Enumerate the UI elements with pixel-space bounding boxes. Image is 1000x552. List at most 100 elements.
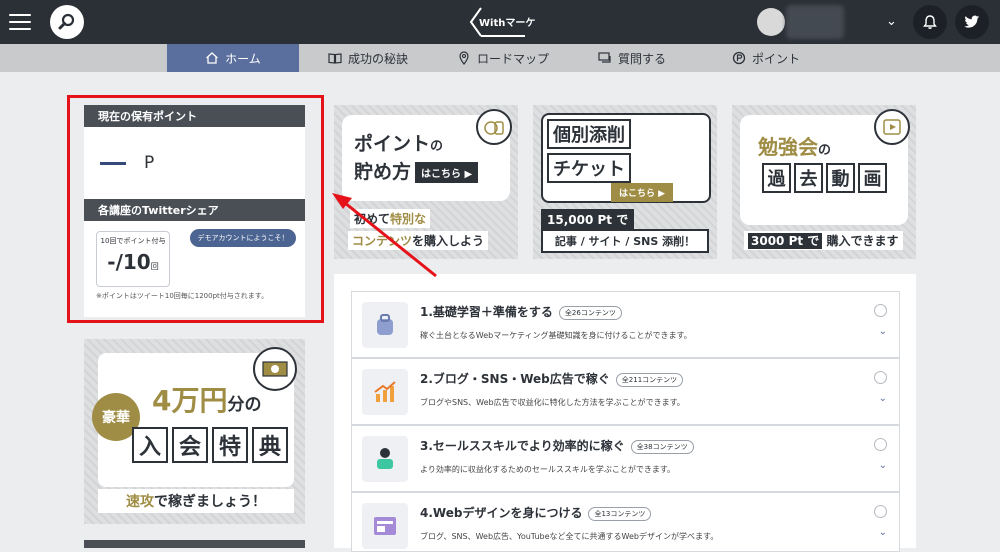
top-bar: Withマーケ ⌄ bbox=[0, 0, 1000, 44]
course-title-text: 3.セールススキルでより効率的に稼ぐ bbox=[420, 439, 625, 453]
tile3-footer: 3000 Pt で 購入できます bbox=[744, 231, 903, 250]
point-coin-icon bbox=[732, 51, 746, 65]
tile2-points: 15,000 Pt で bbox=[541, 209, 635, 230]
course-status-circle[interactable] bbox=[874, 371, 887, 384]
course-count-badge: 全26コンテンツ bbox=[558, 305, 622, 320]
highlight-frame bbox=[67, 95, 324, 323]
tab-roadmap[interactable]: ロードマップ bbox=[448, 44, 558, 72]
backpack-icon bbox=[362, 302, 408, 348]
chevron-down-icon[interactable]: ⌄ bbox=[879, 326, 887, 337]
tile1-footer2b: を購入しよう bbox=[412, 234, 485, 248]
money-icon bbox=[253, 347, 297, 391]
banner-amount-suffix: 分の bbox=[227, 395, 262, 415]
join-bonus-banner[interactable]: 豪華 4万円分の 入 会 特 典 速攻 で稼ぎましょう！ bbox=[84, 339, 305, 524]
course-item[interactable]: 1.基礎学習＋準備をする 全26コンテンツ 稼ぐ土台となるWebマーケティング基礎… bbox=[351, 291, 900, 358]
bell-icon bbox=[923, 15, 937, 29]
course-description: 稼ぐ土台となるWebマーケティング基礎知識を身に付けることができます。 bbox=[420, 331, 692, 340]
tile3-line1a: 勉強会 bbox=[758, 135, 818, 159]
chevron-down-icon[interactable]: ⌄ bbox=[886, 14, 897, 29]
chevron-down-icon[interactable]: ⌄ bbox=[879, 393, 887, 404]
tile2-line2: チケット bbox=[547, 153, 631, 183]
video-play-icon bbox=[874, 109, 910, 145]
site-logo[interactable]: Withマーケ bbox=[467, 5, 536, 39]
search-button[interactable] bbox=[50, 5, 84, 39]
course-count-badge: 全38コンテンツ bbox=[630, 439, 694, 454]
book-icon bbox=[328, 53, 342, 64]
search-icon bbox=[58, 13, 75, 30]
growth-chart-icon bbox=[362, 369, 408, 415]
chevron-down-icon[interactable]: ⌄ bbox=[879, 527, 887, 538]
tab-success-secrets[interactable]: 成功の秘訣 bbox=[318, 44, 418, 72]
course-count-badge: 全211コンテンツ bbox=[615, 372, 684, 387]
tab-success-secrets-label: 成功の秘訣 bbox=[347, 51, 408, 66]
course-item[interactable]: 2.ブログ・SNS・Web広告で稼ぐ 全211コンテンツ ブログやSNS、Web広… bbox=[351, 358, 900, 425]
banner-kanji: 典 bbox=[252, 427, 288, 463]
course-count-badge: 全13コンテンツ bbox=[588, 506, 652, 521]
map-pin-icon bbox=[459, 51, 469, 65]
how-to-earn-points-tile[interactable]: ポイントの 貯め方 はこちら ▶ 初めて特別な コンテンツを購入しよう bbox=[334, 105, 518, 259]
tile3-points: 3000 Pt で bbox=[748, 233, 823, 249]
twitter-icon bbox=[964, 15, 980, 28]
tile1-line1b: の bbox=[430, 139, 444, 154]
tile1-footer1b: 特別な bbox=[390, 212, 427, 226]
course-title-text: 4.Webデザインを身につける bbox=[420, 506, 583, 520]
banner-footer-rest: で稼ぎましょう！ bbox=[154, 494, 266, 510]
banner-kanji: 会 bbox=[172, 427, 208, 463]
course-title: 1.基礎学習＋準備をする 全26コンテンツ bbox=[420, 303, 622, 320]
avatar[interactable] bbox=[757, 8, 785, 36]
tile3-kanji: 動 bbox=[826, 163, 855, 193]
tile1-line2-text: 貯め方 bbox=[354, 161, 412, 183]
tile2-footer: 記事 / サイト / SNS 添削！ bbox=[541, 229, 709, 253]
tile3-footer-text: 購入できます bbox=[826, 234, 899, 248]
tab-home[interactable]: ホーム bbox=[167, 44, 299, 72]
course-status-circle[interactable] bbox=[874, 438, 887, 451]
review-ticket-tile[interactable]: 個別添削 チケット はこちら ▶ 15,000 Pt で 記事 / サイト / … bbox=[533, 105, 717, 259]
tile3-kanji: 過 bbox=[762, 163, 791, 193]
course-title-text: 1.基礎学習＋準備をする bbox=[420, 305, 553, 319]
menu-icon[interactable] bbox=[9, 11, 31, 33]
tab-roadmap-label: ロードマップ bbox=[476, 51, 549, 66]
course-status-circle[interactable] bbox=[874, 505, 887, 518]
chat-icon bbox=[598, 52, 611, 63]
tile3-line1b: の bbox=[818, 143, 832, 158]
main-nav: ホーム 成功の秘訣 ロードマップ 質問する ポイント bbox=[0, 44, 1000, 72]
sales-person-icon bbox=[362, 436, 408, 482]
banner-amount-value: 4万円 bbox=[152, 384, 228, 417]
tile1-more-pill: はこちら ▶ bbox=[415, 162, 479, 183]
study-session-videos-tile[interactable]: 勉強会の 過 去 動 画 3000 Pt で 購入できます bbox=[732, 105, 916, 259]
banner-footer-gold: 速攻 bbox=[126, 494, 154, 510]
tile1-footer1: 初めて特別な bbox=[350, 209, 431, 228]
course-item[interactable]: 4.Webデザインを身につける 全13コンテンツ ブログ、SNS、Web広告、Yo… bbox=[351, 492, 900, 552]
user-name-blurred[interactable] bbox=[786, 5, 844, 39]
tab-ask-question[interactable]: 質問する bbox=[592, 44, 672, 72]
tile3-kanji: 去 bbox=[794, 163, 823, 193]
course-description: ブログ、SNS、Web広告、YouTubeなど全てに共通するWebデザインが学べ… bbox=[420, 532, 719, 541]
banner-kanji: 特 bbox=[212, 427, 248, 463]
course-title: 4.Webデザインを身につける 全13コンテンツ bbox=[420, 504, 652, 521]
tile3-kanji-row: 過 去 動 画 bbox=[762, 163, 887, 193]
chevron-down-icon[interactable]: ⌄ bbox=[879, 460, 887, 471]
web-design-icon bbox=[362, 503, 408, 549]
course-title: 3.セールススキルでより効率的に稼ぐ 全38コンテンツ bbox=[420, 437, 694, 454]
tile1-line2: 貯め方 はこちら ▶ bbox=[354, 157, 479, 184]
course-description: より効率的に収益化するためのセールススキルを学ぶことができます。 bbox=[420, 465, 676, 474]
course-description: ブログやSNS、Web広告で収益化に特化した方法を学ぶことができます。 bbox=[420, 398, 685, 407]
course-title-text: 2.ブログ・SNS・Web広告で稼ぐ bbox=[420, 372, 610, 386]
course-item[interactable]: 3.セールススキルでより効率的に稼ぐ 全38コンテンツ より効率的に収益化するため… bbox=[351, 425, 900, 492]
tab-home-label: ホーム bbox=[225, 51, 261, 66]
twitter-button[interactable] bbox=[955, 5, 989, 39]
banner-kanji: 入 bbox=[132, 427, 168, 463]
tile3-line1: 勉強会の bbox=[758, 131, 831, 160]
course-status-circle[interactable] bbox=[874, 304, 887, 317]
coin-stack-icon bbox=[476, 109, 512, 145]
tab-points-label: ポイント bbox=[751, 51, 800, 66]
tab-ask-question-label: 質問する bbox=[617, 51, 666, 66]
banner-amount: 4万円分の bbox=[152, 379, 261, 419]
logo-text: Withマーケ bbox=[479, 18, 536, 29]
tile1-line1a: ポイント bbox=[354, 133, 431, 155]
tile1-line1: ポイントの bbox=[354, 129, 443, 156]
tab-points[interactable]: ポイント bbox=[726, 44, 806, 72]
tile2-more-pill: はこちら ▶ bbox=[611, 183, 674, 202]
course-title: 2.ブログ・SNS・Web広告で稼ぐ 全211コンテンツ bbox=[420, 370, 684, 387]
notification-button[interactable] bbox=[913, 5, 947, 39]
